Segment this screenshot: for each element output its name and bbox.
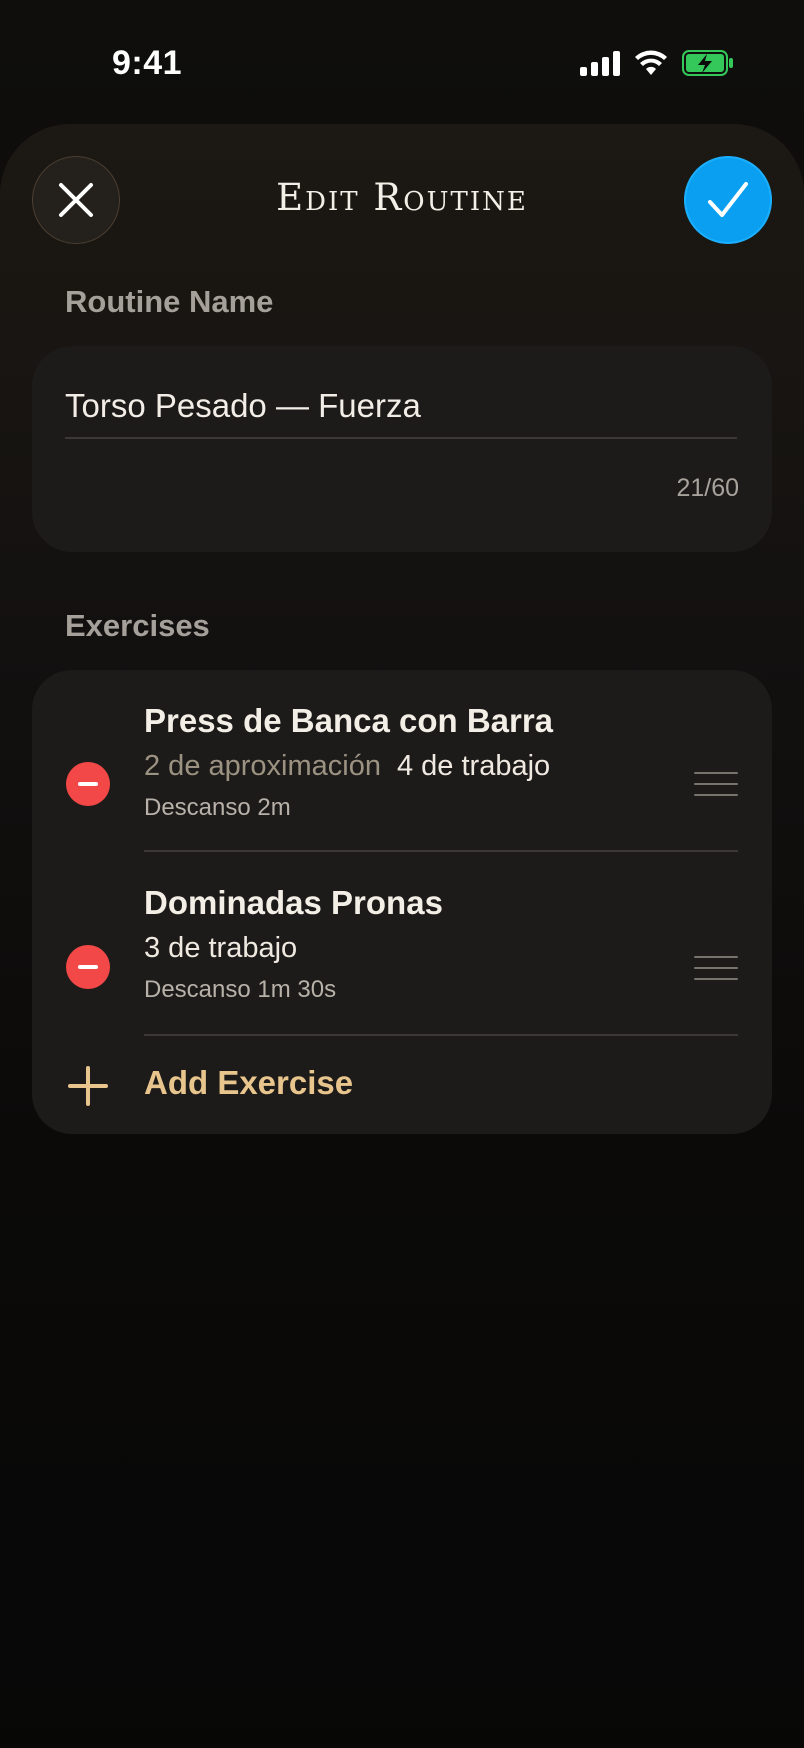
exercise-name: Press de Banca con Barra [144, 702, 554, 739]
status-bar: 9:41 [0, 0, 804, 124]
exercises-label: Exercises [65, 608, 210, 643]
status-icons [580, 50, 734, 76]
routine-name-label: Routine Name [65, 284, 274, 319]
checkmark-icon [708, 182, 748, 217]
minus-icon [78, 782, 98, 786]
add-exercise-button[interactable]: Add Exercise [32, 1034, 772, 1134]
minus-icon [78, 965, 98, 969]
confirm-button[interactable] [684, 156, 772, 244]
working-sets: 3 de trabajo [144, 932, 298, 964]
plus-icon [68, 1066, 108, 1106]
exercise-sets: 2 de aproximación 4 de trabajo [144, 750, 550, 783]
list-item[interactable]: Dominadas Pronas 3 de trabajo Descanso 1… [32, 852, 772, 1034]
working-sets: 4 de trabajo [396, 750, 551, 782]
drag-handle-icon[interactable] [694, 772, 738, 796]
routine-name-input[interactable] [65, 374, 737, 438]
list-item[interactable]: Press de Banca con Barra 2 de aproximaci… [32, 670, 772, 852]
drag-handle-icon[interactable] [694, 956, 738, 980]
edit-routine-screen: 9:41 Edit Routine Routine Name Torso Pes… [0, 0, 804, 1748]
wifi-icon [635, 50, 667, 75]
routine-name-underline [65, 437, 737, 439]
exercise-rest: Descanso 2m [144, 794, 291, 821]
exercises-list: Press de Banca con Barra 2 de aproximaci… [32, 670, 772, 1134]
exercise-sets: 3 de trabajo [144, 932, 297, 965]
exercise-name: Dominadas Pronas [144, 884, 443, 921]
signal-icon [580, 50, 620, 76]
routine-name-card: 21/60 [32, 346, 772, 552]
remove-exercise-button[interactable] [66, 945, 110, 989]
status-time: 9:41 [112, 44, 183, 82]
char-count: 21/60 [676, 474, 739, 502]
exercise-rest: Descanso 1m 30s [144, 976, 337, 1003]
battery-charging-icon [682, 50, 733, 76]
warmup-sets: 2 de aproximación [144, 750, 381, 782]
remove-exercise-button[interactable] [66, 762, 110, 806]
edit-routine-sheet: Edit Routine Routine Name 21/60 Exercise… [0, 124, 804, 1748]
add-exercise-label: Add Exercise [144, 1064, 354, 1101]
